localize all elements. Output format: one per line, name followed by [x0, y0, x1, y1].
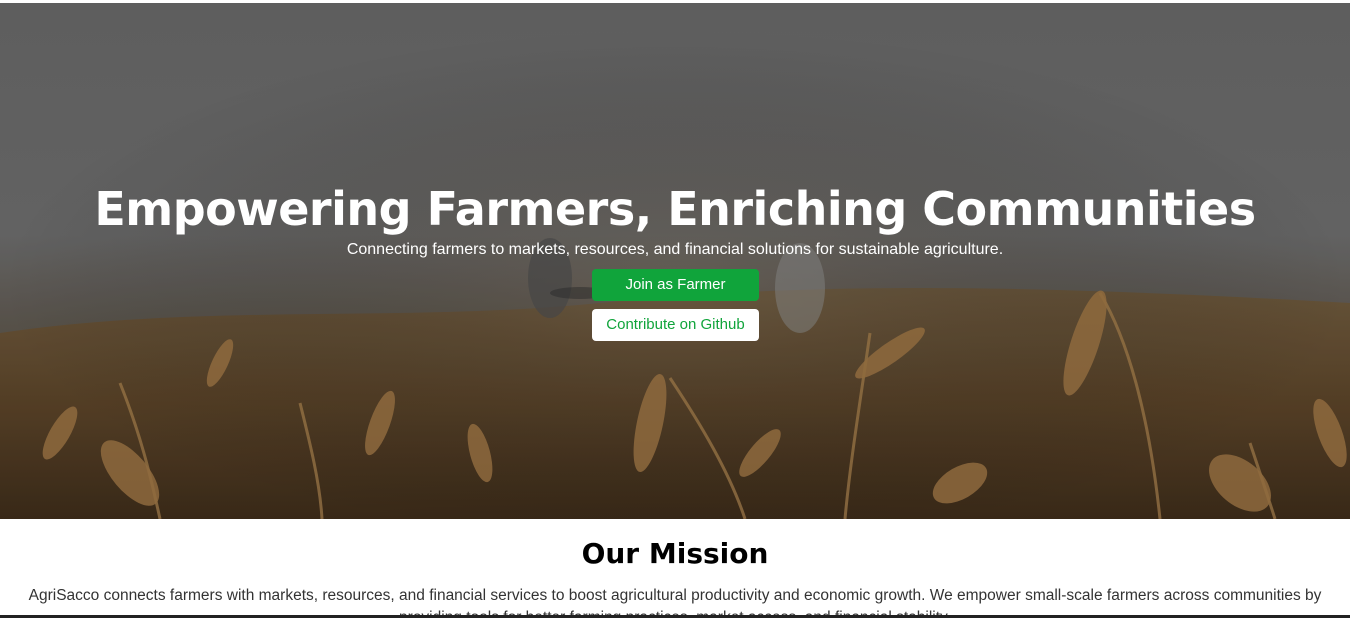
- hero-title: Empowering Farmers, Enriching Communitie…: [94, 182, 1256, 236]
- mission-text: AgriSacco connects farmers with markets,…: [28, 587, 1322, 618]
- hero-content: Empowering Farmers, Enriching Communitie…: [0, 3, 1350, 519]
- hero-subtitle: Connecting farmers to markets, resources…: [346, 241, 1004, 258]
- landing-page: Empowering Farmers, Enriching Communitie…: [0, 0, 1350, 618]
- mission-title: Our Mission: [581, 537, 769, 570]
- contribute-on-github-button[interactable]: Contribute on Github: [592, 309, 759, 341]
- mission-section: Our Mission AgriSacco connects farmers w…: [0, 519, 1350, 618]
- join-as-farmer-button[interactable]: Join as Farmer: [592, 269, 759, 301]
- hero-section: Empowering Farmers, Enriching Communitie…: [0, 3, 1350, 519]
